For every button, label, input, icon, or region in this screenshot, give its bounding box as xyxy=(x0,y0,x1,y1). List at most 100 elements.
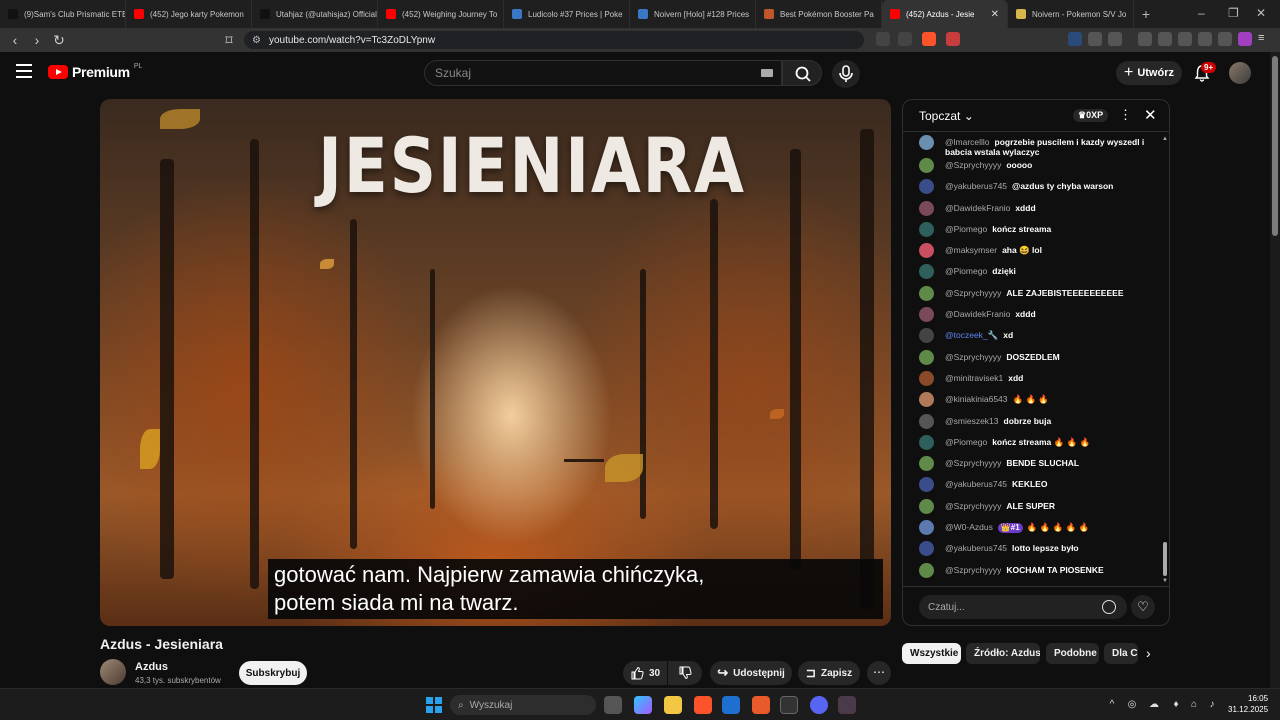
chat-author[interactable]: @yakuberus745 xyxy=(945,543,1007,553)
chat-scrollbar[interactable]: ▲ ▼ xyxy=(1162,136,1168,586)
page-scroll-thumb[interactable] xyxy=(1272,56,1278,236)
copilot-icon[interactable] xyxy=(634,696,652,714)
xp-badge[interactable]: ♛0XP xyxy=(1073,109,1109,122)
bookmark-icon[interactable]: ⌑ xyxy=(218,32,240,49)
chat-author-avatar[interactable] xyxy=(919,135,934,150)
browser-tab[interactable]: Ludicolo #37 Prices | Poke xyxy=(504,0,630,28)
chat-author-avatar[interactable] xyxy=(919,200,934,216)
channel-name[interactable]: Azdus xyxy=(135,661,168,673)
chat-author[interactable]: @minitravisek1 xyxy=(945,373,1003,383)
game-app-icon[interactable] xyxy=(838,696,856,714)
like-button[interactable]: 30 xyxy=(623,661,667,685)
youtube-premium-logo[interactable]: Premium PL xyxy=(48,63,142,80)
browser-tab[interactable]: Noivern - Pokemon S/V Jo xyxy=(1008,0,1134,28)
emoji-icon[interactable] xyxy=(1102,600,1116,614)
chat-author-avatar[interactable] xyxy=(919,541,934,557)
chat-author-avatar[interactable] xyxy=(919,498,934,514)
brave-rewards-icon[interactable] xyxy=(946,32,960,46)
create-button[interactable]: + Utwórz xyxy=(1116,61,1182,85)
chat-author-avatar[interactable] xyxy=(919,477,934,493)
chat-author[interactable]: @Piomego xyxy=(945,266,987,276)
profile-icon[interactable] xyxy=(1238,32,1252,46)
chat-author[interactable]: @DawidekFranio xyxy=(945,309,1010,319)
puzzle-icon[interactable] xyxy=(1088,32,1102,46)
clock[interactable]: 16:05 31.12.2025 xyxy=(1228,693,1268,715)
chat-author[interactable]: @Piomego xyxy=(945,437,987,447)
share-icon[interactable] xyxy=(898,32,912,46)
new-tab-icon[interactable]: + xyxy=(1134,6,1158,22)
close-chat-icon[interactable]: ✕ xyxy=(1144,106,1157,124)
tiktok-icon[interactable] xyxy=(780,696,798,714)
chat-author-avatar[interactable] xyxy=(919,392,934,408)
mic-tray-icon[interactable]: ♦ xyxy=(1170,699,1182,711)
chat-author-avatar[interactable] xyxy=(919,434,934,450)
taskbar-search[interactable]: ⌕ Wyszukaj xyxy=(450,695,596,715)
chat-author[interactable]: @Szprychyyyy xyxy=(945,501,1001,511)
page-scrollbar[interactable] xyxy=(1270,52,1280,688)
chat-author[interactable]: @toczeek_🔧 xyxy=(945,330,998,340)
voice-search-button[interactable] xyxy=(832,60,860,88)
share-button[interactable]: ↪ Udostępnij xyxy=(710,661,792,685)
chat-author-avatar[interactable] xyxy=(919,179,934,195)
forward-icon[interactable]: › xyxy=(26,32,48,48)
wallet-icon[interactable] xyxy=(1178,32,1192,46)
onedrive-icon[interactable]: ☁ xyxy=(1148,699,1160,711)
chat-author-avatar[interactable] xyxy=(919,221,934,237)
chat-author[interactable]: @Szprychyyyy xyxy=(945,458,1001,468)
chat-author[interactable]: @kiniakinia6543 xyxy=(945,394,1008,404)
chat-author[interactable]: @yakuberus745 xyxy=(945,181,1007,191)
browser-tab[interactable]: Best Pokémon Booster Pa xyxy=(756,0,882,28)
back-icon[interactable]: ‹ xyxy=(4,32,26,48)
chat-author-avatar[interactable] xyxy=(919,370,934,386)
vpn-icon[interactable] xyxy=(1218,32,1232,46)
filter-chip[interactable]: Wszystkie xyxy=(902,643,961,664)
chat-author[interactable]: @W0-Azdus xyxy=(945,522,993,532)
keyboard-icon[interactable] xyxy=(761,69,773,77)
music-icon[interactable] xyxy=(1138,32,1152,46)
browser-tab[interactable]: (9)Sam's Club Prismatic ETB xyxy=(0,0,126,28)
reload-icon[interactable]: ↻ xyxy=(48,32,70,49)
chat-author[interactable]: @Szprychyyyy xyxy=(945,288,1001,298)
chat-author-avatar[interactable] xyxy=(919,413,934,429)
chat-author-avatar[interactable] xyxy=(919,307,934,323)
close-tab-icon[interactable]: ✕ xyxy=(991,9,999,20)
subscribe-button[interactable]: Subskrybuj xyxy=(239,661,307,685)
browser-tab[interactable]: (452) Weighing Journey To xyxy=(378,0,504,28)
site-info-icon[interactable]: ⚙ xyxy=(252,35,261,46)
address-bar[interactable]: ⚙ youtube.com/watch?v=Tc3ZoDLYpnw xyxy=(244,31,864,49)
chat-author[interactable]: @yakuberus745 xyxy=(945,479,1007,489)
minimize-icon[interactable]: – xyxy=(1198,6,1205,20)
chat-author[interactable]: @Szprychyyyy xyxy=(945,352,1001,362)
windows-start-icon[interactable] xyxy=(426,697,442,713)
account-avatar[interactable] xyxy=(1229,62,1251,84)
chat-author[interactable]: @maksymser xyxy=(945,245,997,255)
chat-author[interactable]: @Szprychyyyy xyxy=(945,565,1001,575)
chat-author[interactable]: @Piomego xyxy=(945,224,987,234)
hamburger-menu-icon[interactable] xyxy=(16,64,32,78)
discord-icon[interactable] xyxy=(810,696,828,714)
chat-author-avatar[interactable] xyxy=(919,562,934,578)
chat-mode-dropdown[interactable]: Topczat ⌄ xyxy=(919,109,974,123)
store-icon[interactable] xyxy=(722,696,740,714)
chat-author-avatar[interactable] xyxy=(919,243,934,259)
close-window-icon[interactable]: ✕ xyxy=(1256,6,1266,20)
maximize-icon[interactable]: ❐ xyxy=(1228,6,1239,20)
sidebar-icon[interactable] xyxy=(1158,32,1172,46)
chat-author[interactable]: @smieszek13 xyxy=(945,416,999,426)
more-actions-button[interactable]: ⋯ xyxy=(867,661,891,685)
chat-input[interactable]: Czatuj... xyxy=(919,595,1127,619)
tray-app-icon[interactable]: ◎ xyxy=(1126,699,1138,711)
capture-icon[interactable] xyxy=(1108,32,1122,46)
chat-author[interactable]: @DawidekFranio xyxy=(945,203,1010,213)
chevron-right-icon[interactable]: › xyxy=(1146,645,1151,661)
browser-tab[interactable]: (452) Azdus - Jesie ✕ xyxy=(882,0,1008,28)
dislike-button[interactable] xyxy=(668,661,702,685)
chat-author-avatar[interactable] xyxy=(919,264,934,280)
chat-author-avatar[interactable] xyxy=(919,328,934,344)
brave-browser-icon[interactable] xyxy=(694,696,712,714)
filter-chip[interactable]: Dla C xyxy=(1104,643,1138,664)
chat-author-avatar[interactable] xyxy=(919,285,934,301)
extension-icon[interactable] xyxy=(1068,32,1082,46)
search-button[interactable] xyxy=(782,60,822,86)
volume-icon[interactable]: ♪ xyxy=(1206,699,1218,711)
